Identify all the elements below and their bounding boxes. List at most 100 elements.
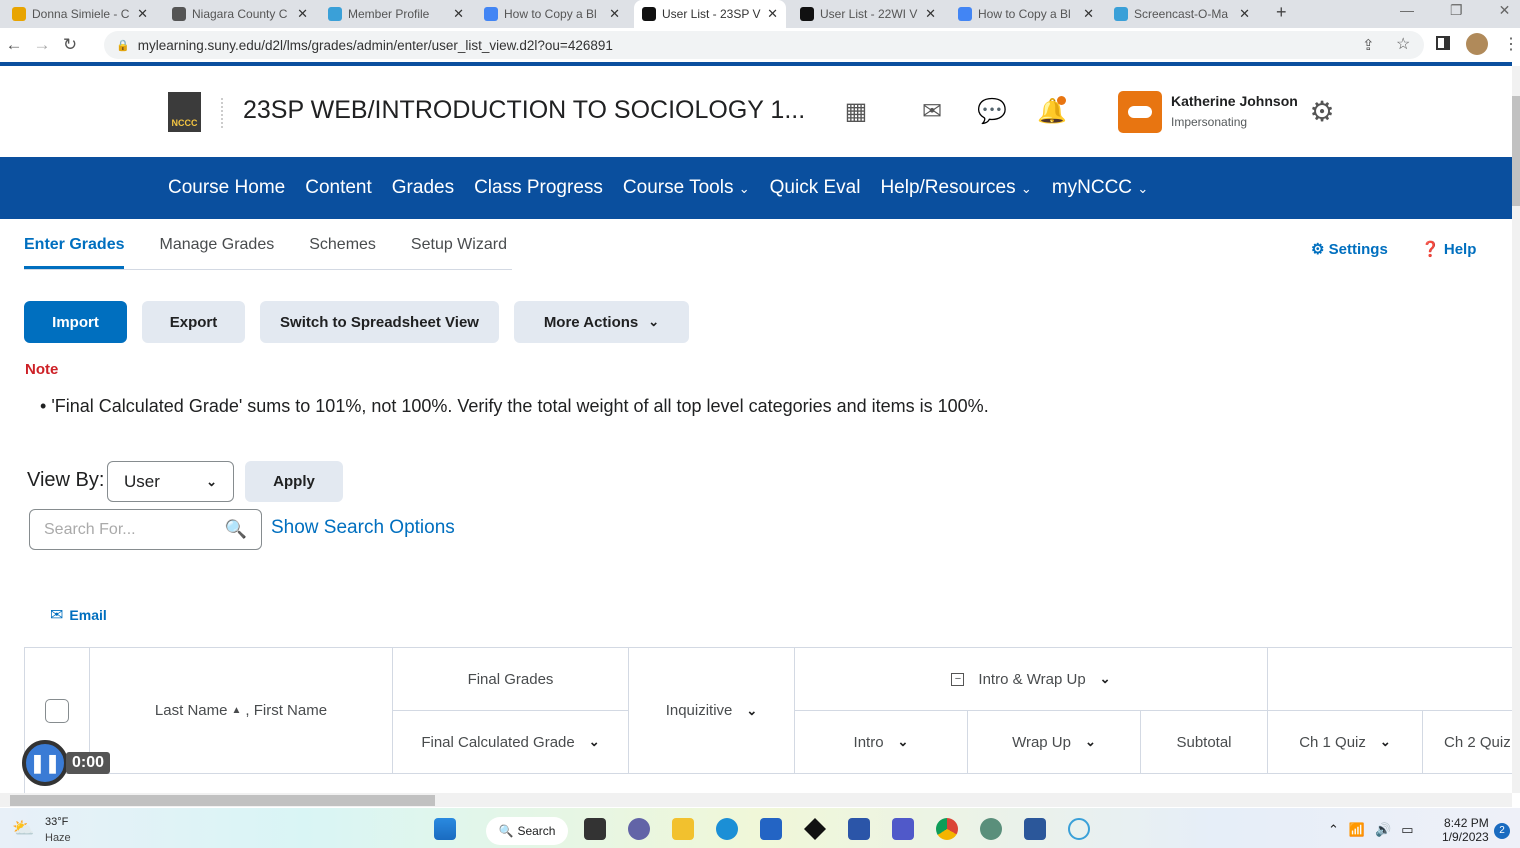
app-globe-icon[interactable]	[980, 818, 1002, 840]
course-selector-grid-icon[interactable]: ▦	[840, 96, 872, 128]
nav-help-resources[interactable]: Help/Resources ⌄	[880, 177, 1031, 199]
system-tray[interactable]: ⌃ 📶 🔊 ▭	[1328, 822, 1414, 838]
name-header[interactable]: Last Name ▲, First Name	[90, 648, 393, 774]
pause-icon[interactable]: ❚❚	[22, 740, 68, 786]
nav-course-tools[interactable]: Course Tools ⌄	[623, 177, 750, 199]
email-button[interactable]: ✉ Email	[50, 605, 107, 625]
chrome-icon[interactable]	[936, 818, 958, 840]
more-actions-button[interactable]: More Actions ⌄	[514, 301, 689, 343]
tab-schemes[interactable]: Schemes	[309, 236, 376, 269]
search-icon[interactable]: 🔍	[225, 519, 247, 540]
battery-icon[interactable]: ▭	[1401, 822, 1413, 838]
final-calculated-grade-header[interactable]: Final Calculated Grade ⌄	[393, 711, 629, 774]
course-title[interactable]: 23SP WEB/INTRODUCTION TO SOCIOLOGY 1...	[243, 96, 805, 125]
settings-link[interactable]: ⚙ Settings	[1311, 240, 1388, 258]
select-all-checkbox[interactable]	[45, 698, 69, 723]
nav-quick-eval[interactable]: Quick Eval	[770, 177, 861, 199]
screencast-icon[interactable]	[1068, 818, 1090, 840]
menu-icon[interactable]: ⋮	[1503, 34, 1519, 54]
browser-tab[interactable]: Donna Simiele - C ✕	[4, 0, 156, 28]
nav-mynccc[interactable]: myNCCC ⌄	[1052, 177, 1148, 199]
view-by-select[interactable]: User ⌄	[107, 461, 234, 502]
export-button[interactable]: Export	[142, 301, 245, 343]
browser-tab[interactable]: Niagara County C ✕	[164, 0, 316, 28]
profile-avatar[interactable]	[1466, 33, 1488, 55]
horizontal-scroll-thumb[interactable]	[10, 795, 435, 806]
show-search-options-link[interactable]: Show Search Options	[271, 517, 455, 539]
weather-temp[interactable]: 33°F	[45, 816, 68, 828]
browser-tab[interactable]: Member Profile ✕	[320, 0, 472, 28]
inquizitive-header[interactable]: Inquizitive ⌄	[629, 648, 795, 774]
nav-content[interactable]: Content	[305, 177, 372, 199]
tab-setup-wizard[interactable]: Setup Wizard	[411, 236, 507, 269]
star-icon[interactable]: ☆	[1396, 34, 1410, 54]
clock[interactable]: 8:42 PM 1/9/2023	[1442, 816, 1489, 844]
chat-icon[interactable]: 💬	[976, 96, 1008, 128]
nav-class-progress[interactable]: Class Progress	[474, 177, 603, 199]
url-field[interactable]: 🔒 mylearning.suny.edu/d2l/lms/grades/admi…	[104, 31, 1424, 59]
close-tab-icon[interactable]: ✕	[925, 6, 936, 22]
close-tab-icon[interactable]: ✕	[609, 6, 620, 22]
windows-start-icon[interactable]	[434, 818, 456, 840]
intro-header[interactable]: Intro ⌄	[795, 711, 968, 774]
chevron-down-icon[interactable]: ⌄	[898, 734, 909, 750]
bell-icon[interactable]: 🔔	[1036, 96, 1068, 128]
close-tab-icon[interactable]: ✕	[453, 6, 464, 22]
help-link[interactable]: ❓ Help	[1421, 240, 1476, 258]
impersonate-icon[interactable]	[1118, 91, 1162, 133]
store-icon[interactable]	[760, 818, 782, 840]
chevron-up-icon[interactable]: ⌃	[1328, 822, 1339, 838]
tab-enter-grades[interactable]: Enter Grades	[24, 236, 125, 269]
apply-button[interactable]: Apply	[245, 461, 343, 502]
chevron-down-icon[interactable]: ⌄	[1380, 734, 1391, 750]
close-tab-icon[interactable]: ✕	[297, 6, 308, 22]
user-name[interactable]: Katherine Johnson	[1171, 93, 1298, 109]
reload-icon[interactable]: ↻	[56, 35, 84, 55]
chevron-down-icon[interactable]: ⌄	[1100, 671, 1111, 687]
browser-tab[interactable]: User List - 22WI V ✕	[792, 0, 944, 28]
close-tab-icon[interactable]: ✕	[137, 6, 148, 22]
close-tab-icon[interactable]: ✕	[767, 6, 778, 22]
back-icon[interactable]: ←	[0, 35, 28, 55]
forward-icon[interactable]: →	[28, 35, 56, 55]
weather-icon[interactable]: ⛅	[12, 818, 34, 839]
nav-course-home[interactable]: Course Home	[168, 177, 285, 199]
gear-icon[interactable]: ⚙	[1306, 96, 1338, 128]
mail-icon[interactable]: ✉	[916, 96, 948, 128]
minimize-button[interactable]: —	[1400, 2, 1414, 19]
collapse-icon[interactable]: −	[951, 672, 965, 686]
maximize-button[interactable]: ❐	[1450, 2, 1463, 19]
chevron-down-icon[interactable]: ⌄	[1085, 734, 1096, 750]
search-input[interactable]: Search For... 🔍	[29, 509, 262, 550]
task-view-icon[interactable]	[584, 818, 606, 840]
close-window-button[interactable]: ✕	[1499, 2, 1511, 19]
browser-tab[interactable]: How to Copy a Bl ✕	[950, 0, 1102, 28]
chevron-down-icon[interactable]: ⌄	[746, 703, 757, 719]
taskbar-search[interactable]: 🔍 Search	[486, 817, 568, 845]
close-tab-icon[interactable]: ✕	[1239, 6, 1250, 22]
browser-tab[interactable]: Screencast-O-Ma ✕	[1106, 0, 1258, 28]
tab-manage-grades[interactable]: Manage Grades	[159, 236, 274, 269]
file-explorer-icon[interactable]	[672, 818, 694, 840]
teams-icon[interactable]	[892, 818, 914, 840]
switch-spreadsheet-button[interactable]: Switch to Spreadsheet View	[260, 301, 499, 343]
nav-grades[interactable]: Grades	[392, 177, 454, 199]
browser-tab[interactable]: User List - 23SP V ✕	[634, 0, 786, 28]
wifi-icon[interactable]: 📶	[1349, 822, 1365, 838]
chevron-down-icon[interactable]: ⌄	[589, 734, 600, 750]
wrap-up-header[interactable]: Wrap Up ⌄	[968, 711, 1141, 774]
nccc-logo[interactable]: NCCC	[168, 92, 201, 132]
import-button[interactable]: Import	[24, 301, 127, 343]
notification-badge[interactable]: 2	[1494, 823, 1510, 839]
edge-icon[interactable]	[716, 818, 738, 840]
ch2-quiz-header[interactable]: Ch 2 Quiz	[1423, 711, 1513, 774]
close-tab-icon[interactable]: ✕	[1083, 6, 1094, 22]
intro-wrap-header[interactable]: − Intro & Wrap Up ⌄	[795, 648, 1268, 711]
word-icon[interactable]	[1024, 818, 1046, 840]
app-icon[interactable]	[848, 818, 870, 840]
share-icon[interactable]: ⇪	[1362, 36, 1375, 54]
vertical-scrollbar[interactable]	[1512, 66, 1520, 793]
teams-chat-icon[interactable]	[628, 818, 650, 840]
new-tab-button[interactable]: +	[1276, 2, 1287, 23]
volume-icon[interactable]: 🔊	[1375, 822, 1391, 838]
